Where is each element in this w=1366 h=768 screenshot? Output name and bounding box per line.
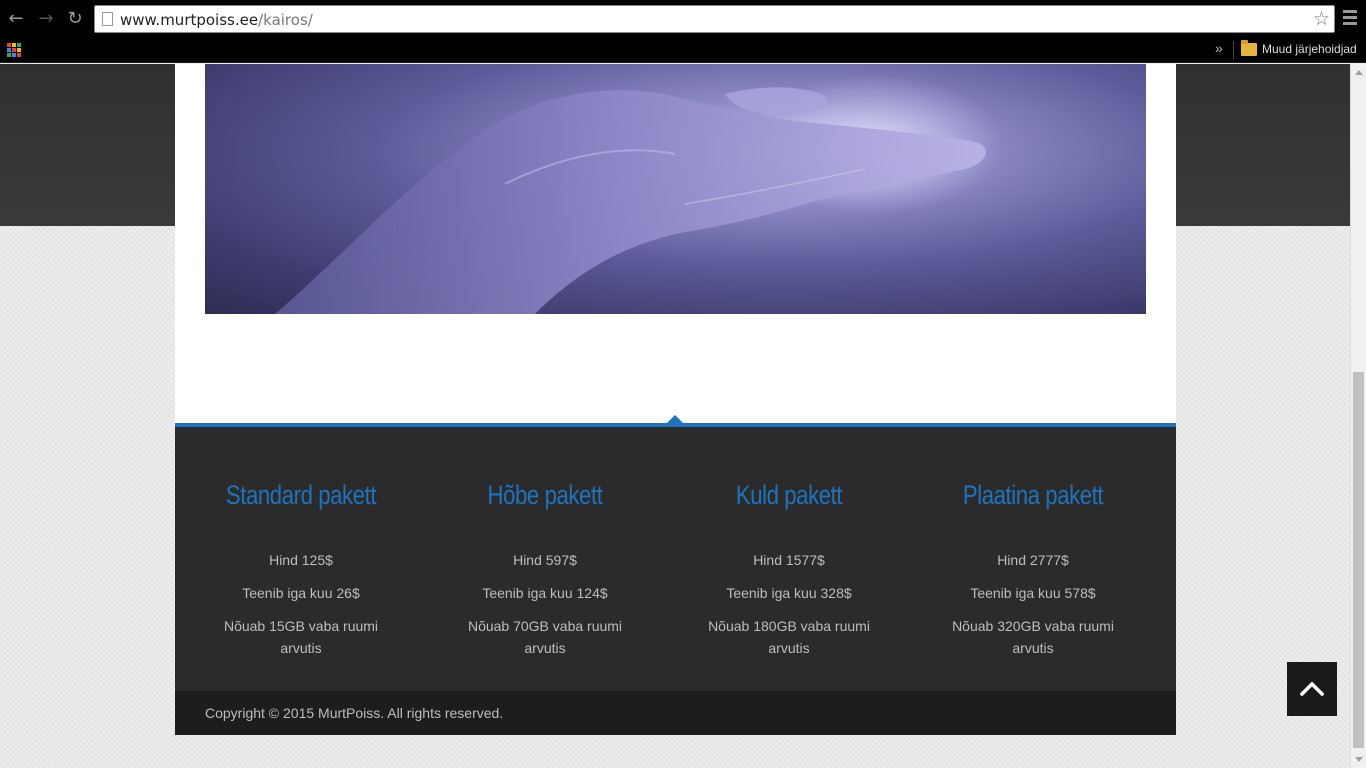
package-price: Hind 1577$ — [753, 552, 825, 568]
apps-grid-icon[interactable] — [7, 43, 21, 57]
package-monthly-earnings: Teenib iga kuu 578$ — [970, 585, 1096, 601]
section-divider-notch — [667, 415, 683, 423]
package-requirement: Nõuab 320GB vaba ruumi arvutis — [952, 618, 1114, 656]
url-path: /kairos/ — [258, 11, 313, 29]
page-scrollbar[interactable] — [1350, 64, 1366, 768]
content-container: Standard pakett Hind 125$ Teenib iga kuu… — [175, 64, 1176, 735]
reload-icon[interactable]: ↻ — [65, 9, 85, 29]
url-host: www.murtpoiss.ee — [120, 11, 259, 29]
back-arrow-icon[interactable]: ← — [6, 9, 26, 29]
package-title[interactable]: Standard pakett — [207, 480, 396, 511]
package-requirement: Nõuab 70GB vaba ruumi arvutis — [467, 618, 623, 656]
open-hand-illustration — [275, 87, 986, 314]
package-monthly-earnings: Teenib iga kuu 328$ — [726, 585, 852, 601]
copyright-text: Copyright © 2015 MurtPoiss. All rights r… — [205, 705, 504, 721]
browser-toolbar: ← → ↻ www.murtpoiss.ee/kairos/ ☆ — [0, 0, 1366, 38]
back-to-top-button[interactable] — [1287, 662, 1337, 716]
package-price: Hind 2777$ — [997, 552, 1069, 568]
scrollbar-thumb[interactable] — [1353, 372, 1364, 748]
bookmarks-divider — [1233, 41, 1234, 60]
hero-image — [205, 64, 1146, 314]
bookmarks-bar: » Muud järjehoidjad — [0, 38, 1366, 63]
forward-arrow-icon[interactable]: → — [36, 9, 56, 29]
package-requirement: Nõuab 180GB vaba ruumi arvutis — [708, 618, 870, 656]
package-monthly-earnings: Teenib iga kuu 26$ — [242, 585, 360, 601]
scroll-down-arrow-icon[interactable] — [1355, 757, 1363, 762]
pricing-section: Standard pakett Hind 125$ Teenib iga kuu… — [175, 427, 1176, 691]
package-price: Hind 125$ — [269, 552, 333, 568]
bookmarks-overflow-button[interactable]: » — [1215, 40, 1223, 56]
other-bookmarks-folder[interactable]: Muud järjehoidjad — [1262, 42, 1357, 56]
address-bar[interactable]: www.murtpoiss.ee/kairos/ ☆ — [94, 5, 1335, 33]
scroll-up-arrow-icon[interactable] — [1355, 70, 1363, 75]
chevron-up-icon — [1300, 681, 1324, 696]
page-icon — [102, 12, 113, 26]
package-title[interactable]: Plaatina pakett — [939, 480, 1128, 511]
package-title[interactable]: Hõbe pakett — [451, 480, 640, 511]
folder-icon[interactable] — [1241, 40, 1257, 56]
bookmark-star-icon[interactable]: ☆ — [1313, 8, 1330, 30]
package-title[interactable]: Kuld pakett — [695, 480, 884, 511]
page-viewport: Standard pakett Hind 125$ Teenib iga kuu… — [0, 64, 1350, 768]
package-requirement: Nõuab 15GB vaba ruumi arvutis — [223, 618, 379, 656]
package-price: Hind 597$ — [513, 552, 577, 568]
hamburger-menu-icon[interactable] — [1343, 10, 1357, 28]
site-footer: Copyright © 2015 MurtPoiss. All rights r… — [175, 691, 1176, 735]
package-monthly-earnings: Teenib iga kuu 124$ — [482, 585, 608, 601]
url-text[interactable]: www.murtpoiss.ee/kairos/ — [120, 11, 313, 29]
